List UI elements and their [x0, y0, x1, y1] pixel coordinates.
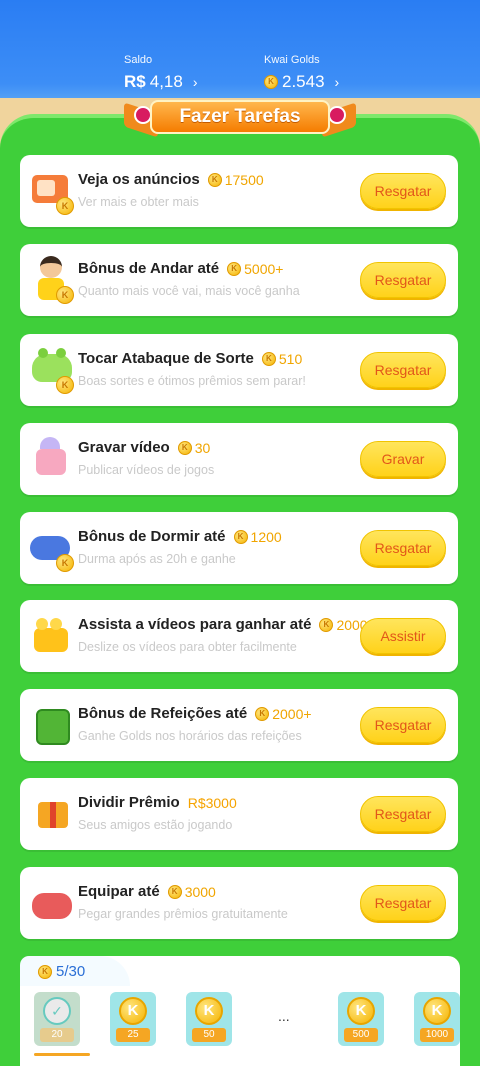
resgatar-button[interactable]: Resgatar: [360, 173, 446, 209]
task-title: Bônus de Andar até: [78, 260, 220, 277]
task-title: Gravar vídeo: [78, 439, 170, 456]
task-title: Equipar até: [78, 883, 160, 900]
task-title: Assista a vídeos para ganhar até: [78, 616, 312, 633]
task-card-drum: K Tocar Atabaque de Sorte K 510 Boas sorte…: [20, 334, 458, 406]
day-amount: 1000: [420, 1028, 454, 1042]
task-title: Tocar Atabaque de Sorte: [78, 350, 254, 367]
task-reward: R$3000: [187, 794, 237, 811]
task-reward: 17500: [224, 171, 264, 188]
golds-value: 2.543: [282, 72, 325, 91]
kwai-coin-icon: K: [177, 440, 192, 455]
record-camera-icon: [28, 435, 78, 485]
gift-box-icon: [28, 790, 78, 840]
tv-ad-icon: K: [28, 167, 78, 217]
task-subtitle: Publicar vídeos de jogos: [78, 463, 215, 477]
golds-balance[interactable]: Kwai Golds K 2.543 ›: [264, 54, 339, 92]
checkin-day[interactable]: K 1000: [414, 992, 460, 1046]
checkin-day-done[interactable]: ✓ 20: [34, 992, 80, 1046]
day-amount: 500: [344, 1028, 378, 1042]
task-card-meals: Bônus de Refeições até K 2000+ Ganhe Golds…: [20, 689, 458, 761]
kwai-coin-icon: K: [227, 261, 242, 276]
kwai-coin-icon: K: [38, 964, 52, 979]
checkin-progress-value: 5/30: [56, 963, 86, 980]
task-title: Veja os anúncios: [78, 171, 200, 188]
task-subtitle: Boas sortes e ótimos prêmios sem parar!: [78, 374, 306, 388]
walking-kid-icon: K: [28, 256, 78, 306]
kwai-coin-icon: K: [119, 997, 147, 1025]
task-title: Dividir Prêmio: [78, 794, 180, 811]
kwai-coin-icon: K: [167, 884, 182, 899]
kwai-coin-icon: K: [195, 997, 223, 1025]
checkmark-icon: ✓: [43, 997, 71, 1025]
task-card-record: Gravar vídeo K 30 Publicar vídeos de jogos…: [20, 423, 458, 495]
checkin-underline: [34, 1053, 90, 1056]
sleep-moon-icon: K: [28, 524, 78, 574]
chevron-right-icon: ›: [192, 74, 198, 90]
golds-label: Kwai Golds: [264, 54, 320, 66]
chevron-right-icon: ›: [334, 74, 340, 90]
assistir-button[interactable]: Assistir: [360, 618, 446, 654]
task-reward: 3000: [184, 883, 216, 900]
kwai-coin-icon: K: [233, 529, 248, 544]
banner-title: Fazer Tarefas: [150, 100, 330, 134]
bird-right-icon: [328, 106, 346, 124]
checkin-day[interactable]: K 500: [338, 992, 384, 1046]
resgatar-button[interactable]: Resgatar: [360, 352, 446, 388]
kwai-coin-icon: K: [319, 617, 334, 632]
task-subtitle: Seus amigos estão jogando: [78, 818, 233, 832]
task-reward: 1200: [250, 528, 282, 545]
task-subtitle: Ver mais e obter mais: [78, 195, 199, 209]
task-reward: 30: [194, 439, 211, 456]
lunchbox-icon: [28, 701, 78, 751]
task-subtitle: Deslize os vídeos para obter facilmente: [78, 640, 297, 654]
kwai-coin-icon: K: [264, 75, 278, 89]
video-projector-icon: [28, 612, 78, 662]
task-card-equip: Equipar até K 3000 Pegar grandes prêmios g…: [20, 867, 458, 939]
saldo-balance[interactable]: Saldo R$ 4,18 ›: [124, 54, 198, 92]
gravar-button[interactable]: Gravar: [360, 441, 446, 477]
resgatar-button[interactable]: Resgatar: [360, 796, 446, 832]
task-card-ads: K Veja os anúncios K 17500 Ver mais e obte…: [20, 155, 458, 227]
top-header: [0, 0, 480, 112]
resgatar-button[interactable]: Resgatar: [360, 262, 446, 298]
resgatar-button[interactable]: Resgatar: [360, 530, 446, 566]
task-reward: 510: [278, 350, 303, 367]
kwai-coin-icon: K: [255, 706, 270, 721]
task-reward: 5000+: [244, 260, 284, 277]
kwai-coin-icon: K: [207, 172, 222, 187]
kwai-coin-icon: K: [347, 997, 375, 1025]
task-title: Bônus de Refeições até: [78, 705, 248, 722]
resgatar-button[interactable]: Resgatar: [360, 707, 446, 743]
tasks-banner: Fazer Tarefas: [120, 98, 360, 138]
day-amount: 50: [192, 1028, 226, 1042]
task-subtitle: Durma após as 20h e ganhe: [78, 552, 236, 566]
task-subtitle: Quanto mais você vai, mais você ganha: [78, 284, 300, 298]
checkin-progress: K 5/30: [38, 963, 85, 980]
task-card-sleep: K Bônus de Dormir até K 1200 Durma após as…: [20, 512, 458, 584]
day-amount: 25: [116, 1028, 150, 1042]
saldo-currency: R$: [124, 72, 146, 91]
task-reward: 2000+: [272, 705, 312, 722]
checkin-day[interactable]: K 25: [110, 992, 156, 1046]
daily-checkin: K 5/30 ✓ 20 K 25 K 50 ... K 500 K 1000: [20, 956, 460, 1066]
task-card-walk: K Bônus de Andar até K 5000+ Quanto mais v…: [20, 244, 458, 316]
task-card-share: Dividir Prêmio R$3000 Seus amigos estão j…: [20, 778, 458, 850]
lucky-drum-icon: K: [28, 346, 78, 396]
days-ellipsis: ...: [278, 1008, 290, 1024]
day-amount: 20: [40, 1028, 74, 1042]
checkin-day[interactable]: K 50: [186, 992, 232, 1046]
boxing-glove-icon: [28, 879, 78, 929]
task-subtitle: Pegar grandes prêmios gratuitamente: [78, 907, 288, 921]
kwai-coin-icon: K: [261, 351, 276, 366]
kwai-coin-icon: K: [423, 997, 451, 1025]
saldo-value: 4,18: [149, 72, 183, 91]
task-card-watch: Assista a vídeos para ganhar até K 2000 De…: [20, 600, 458, 672]
task-title: Bônus de Dormir até: [78, 528, 226, 545]
resgatar-button[interactable]: Resgatar: [360, 885, 446, 921]
task-subtitle: Ganhe Golds nos horários das refeições: [78, 729, 302, 743]
saldo-label: Saldo: [124, 54, 153, 66]
